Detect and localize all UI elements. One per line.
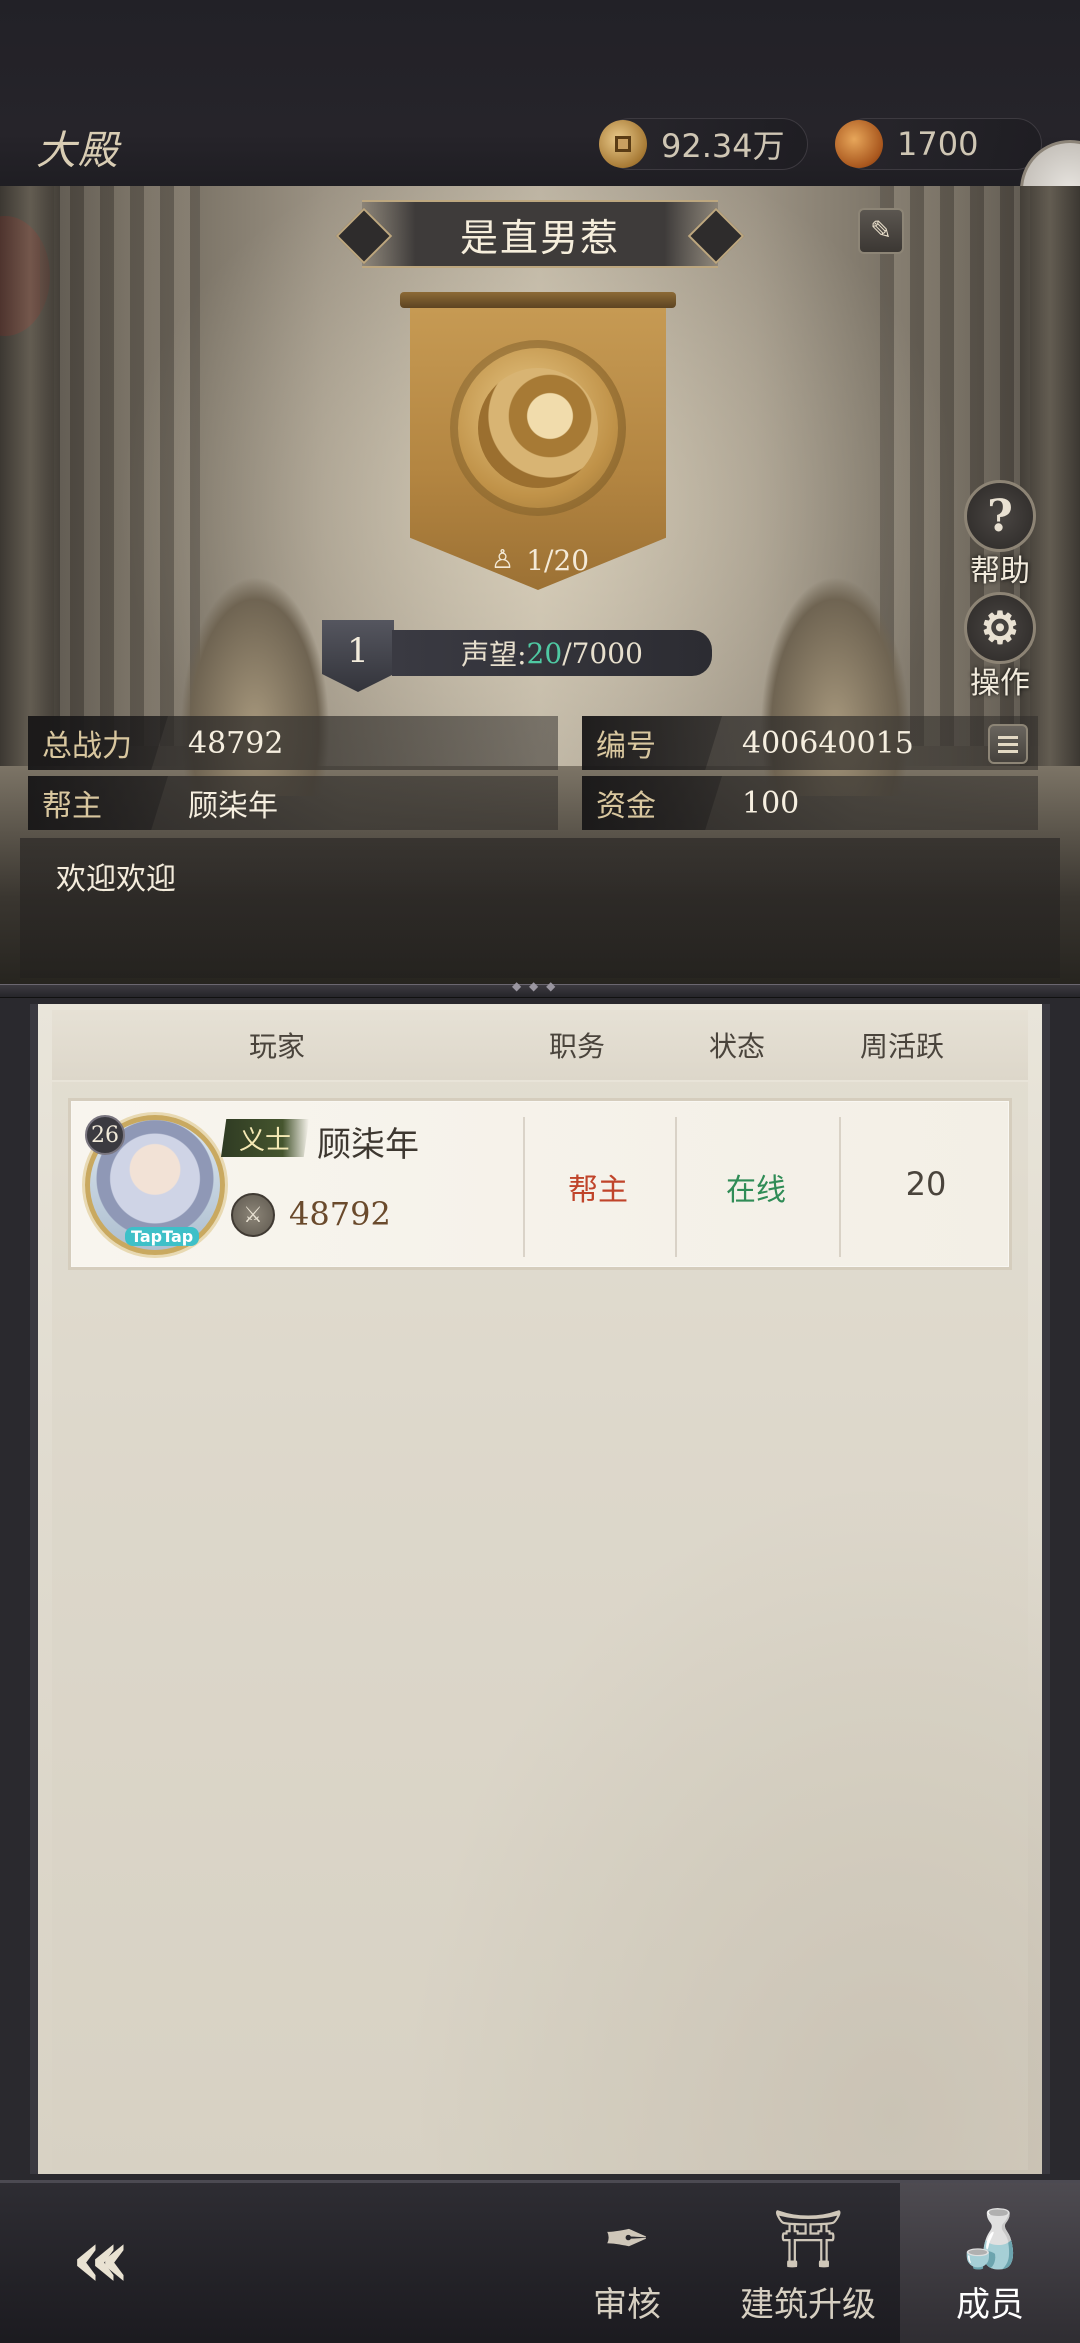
back-button[interactable]: «‹ bbox=[20, 2211, 160, 2305]
info-guild-id: 编号 400640015 bbox=[582, 716, 1038, 770]
header-player: 玩家 bbox=[248, 1030, 305, 1063]
question-icon: ? bbox=[964, 480, 1036, 552]
info-value: 顾柒年 bbox=[188, 789, 278, 824]
gear-icon: ⚙ bbox=[964, 592, 1036, 664]
crossed-swords-icon: ⚔ bbox=[231, 1193, 275, 1237]
cell-divider bbox=[675, 1117, 677, 1257]
banner-rod bbox=[400, 292, 676, 308]
tab-members[interactable]: 🍶 成员 bbox=[900, 2183, 1080, 2343]
member-icon: ♙ bbox=[490, 545, 515, 575]
player-state: 在线 bbox=[726, 1173, 786, 1208]
copper-coin-icon bbox=[599, 120, 647, 168]
guild-emblem[interactable] bbox=[450, 340, 626, 516]
bottom-nav: «‹ ✒ 审核 ⛩ 建筑升级 🍶 成员 bbox=[0, 2180, 1080, 2343]
cell-divider bbox=[839, 1117, 841, 1257]
info-leader: 帮主 顾柒年 bbox=[28, 776, 558, 830]
prestige-current: 20 bbox=[526, 636, 563, 670]
help-button[interactable]: ? 帮助 bbox=[958, 480, 1042, 590]
guild-level: 1 bbox=[347, 631, 369, 671]
help-label: 帮助 bbox=[970, 554, 1030, 589]
info-total-power: 总战力 48792 bbox=[28, 716, 558, 770]
taptap-badge: TapTap bbox=[125, 1227, 200, 1246]
info-funds: 资金 100 bbox=[582, 776, 1038, 830]
header-role: 职务 bbox=[548, 1030, 605, 1063]
prestige-bar: 声望: 20 /7000 bbox=[392, 630, 712, 676]
player-power: 48792 bbox=[289, 1195, 391, 1233]
guild-name: 是直男惹 bbox=[459, 215, 620, 260]
player-name: 顾柒年 bbox=[317, 1125, 419, 1165]
wine-cups-icon: 🍶 bbox=[955, 2207, 1025, 2272]
info-key: 总战力 bbox=[28, 716, 168, 770]
info-value: 48792 bbox=[188, 725, 284, 761]
page-title: 大殿 bbox=[36, 128, 120, 174]
brush-icon: ✒ bbox=[603, 2206, 651, 2272]
info-key: 帮主 bbox=[28, 776, 168, 830]
avatar-wrap[interactable]: 26 TapTap bbox=[85, 1115, 225, 1255]
member-count: ♙ 1/20 bbox=[470, 540, 610, 580]
tab-review[interactable]: ✒ 审核 bbox=[537, 2183, 717, 2343]
guild-notice-text: 欢迎欢迎 bbox=[56, 862, 176, 897]
token-icon bbox=[835, 120, 883, 168]
info-key: 编号 bbox=[582, 716, 722, 770]
top-bar: 大殿 92.34万 1700 bbox=[0, 0, 1080, 190]
tab-review-label: 审核 bbox=[593, 2285, 661, 2325]
token-amount: 1700 bbox=[897, 125, 979, 163]
player-level: 26 bbox=[85, 1115, 125, 1155]
header-state: 状态 bbox=[708, 1030, 765, 1063]
fish-emblem-icon bbox=[478, 368, 598, 488]
edit-icon: ✎ bbox=[870, 216, 892, 246]
player-role: 帮主 bbox=[568, 1173, 628, 1208]
table-row[interactable]: 26 TapTap 义士 顾柒年 ⚔ 48792 帮主 在线 20 bbox=[68, 1098, 1012, 1270]
tab-building-upgrade-label: 建筑升级 bbox=[740, 2285, 876, 2325]
member-count-value: 1/20 bbox=[526, 543, 590, 577]
operate-label: 操作 bbox=[970, 666, 1030, 701]
player-title-tag: 义士 bbox=[221, 1119, 310, 1157]
section-divider bbox=[0, 979, 1080, 998]
tab-building-upgrade[interactable]: ⛩ 建筑升级 bbox=[718, 2183, 898, 2343]
info-value: 100 bbox=[742, 785, 800, 821]
copy-id-button[interactable] bbox=[988, 724, 1028, 764]
header-weekly-active: 周活跃 bbox=[859, 1030, 944, 1063]
info-key: 资金 bbox=[582, 776, 722, 830]
member-list-header: 玩家 职务 状态 周活跃 bbox=[52, 1010, 1028, 1080]
guild-notice[interactable]: 欢迎欢迎 bbox=[20, 838, 1060, 978]
curtain-decoration bbox=[40, 186, 200, 746]
coin-counter[interactable]: 92.34万 bbox=[599, 118, 808, 170]
back-arrow-icon: «‹ bbox=[71, 2211, 131, 2305]
prestige-max: /7000 bbox=[562, 636, 643, 670]
guild-name-plate: 是直男惹 bbox=[362, 200, 718, 268]
operate-button[interactable]: ⚙ 操作 bbox=[958, 592, 1042, 702]
player-weekly-active: 20 bbox=[905, 1165, 947, 1203]
tab-members-label: 成员 bbox=[956, 2285, 1024, 2325]
info-value: 400640015 bbox=[742, 725, 914, 761]
coin-amount: 92.34万 bbox=[661, 127, 785, 165]
edit-name-button[interactable]: ✎ bbox=[858, 208, 904, 254]
token-counter[interactable]: 1700 bbox=[835, 118, 1042, 170]
pavilion-icon: ⛩ bbox=[772, 2207, 844, 2272]
prestige-label: 声望: bbox=[461, 638, 527, 671]
